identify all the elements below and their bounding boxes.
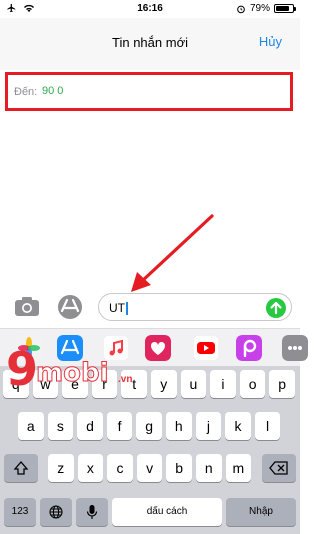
text-caret [126, 302, 128, 316]
key-i[interactable]: i [210, 370, 236, 398]
music-icon[interactable] [103, 335, 129, 361]
key-w[interactable]: w [32, 370, 59, 398]
key-h[interactable]: h [166, 412, 192, 440]
heart-photo-icon[interactable] [145, 335, 171, 361]
compose-bar: UT [0, 290, 300, 324]
backspace-icon [269, 461, 288, 475]
key-d[interactable]: d [77, 412, 103, 440]
keyboard: qwertyuiop asdfghjkl zxcvbnm 123 dấu các… [0, 366, 300, 534]
photos-app-icon[interactable] [16, 335, 42, 361]
battery-percent: 79% [249, 3, 270, 14]
imessage-apps-row [0, 328, 308, 366]
recipient-field[interactable]: Đến: 90 0 [5, 72, 293, 111]
recipient-label: Đến: [14, 86, 38, 98]
shift-key[interactable] [4, 454, 38, 482]
key-y[interactable]: y [151, 370, 177, 398]
key-g[interactable]: g [136, 412, 162, 440]
picsart-icon[interactable] [236, 335, 262, 361]
app-store-drawer-icon[interactable] [57, 294, 83, 320]
key-m[interactable]: m [225, 454, 252, 482]
app-store-icon[interactable] [57, 335, 83, 361]
battery-fill [276, 6, 289, 11]
key-x[interactable]: x [77, 454, 104, 482]
delete-key[interactable] [262, 454, 296, 482]
shift-icon [13, 461, 29, 475]
key-v[interactable]: v [136, 454, 163, 482]
space-key[interactable]: dấu cách [112, 498, 222, 526]
status-right: 79% [236, 3, 296, 14]
key-k[interactable]: k [225, 412, 251, 440]
status-bar: 16:16 79% [0, 0, 300, 18]
youtube-icon[interactable] [193, 335, 219, 361]
key-n[interactable]: n [196, 454, 222, 482]
more-apps-icon[interactable] [282, 335, 308, 361]
camera-icon[interactable] [14, 295, 40, 317]
dictation-key[interactable] [76, 498, 108, 526]
key-u[interactable]: u [180, 370, 207, 398]
globe-key[interactable] [40, 498, 72, 526]
microphone-icon [86, 505, 98, 519]
page-title: Tin nhắn mới [112, 35, 188, 50]
cancel-button[interactable]: Hủy [259, 34, 282, 49]
message-input[interactable]: UT [98, 293, 292, 321]
key-t[interactable]: t [121, 370, 147, 398]
return-key[interactable]: Nhập [226, 498, 296, 526]
key-b[interactable]: b [166, 454, 192, 482]
message-text: UT [109, 301, 128, 316]
key-o[interactable]: o [239, 370, 266, 398]
key-c[interactable]: c [107, 454, 133, 482]
key-p[interactable]: p [269, 370, 295, 398]
recipient-value[interactable]: 90 0 [42, 85, 63, 97]
key-a[interactable]: a [18, 412, 44, 440]
battery-icon [274, 4, 296, 13]
nav-header: Tin nhắn mới Hủy [0, 18, 300, 70]
key-z[interactable]: z [48, 454, 74, 482]
globe-icon [49, 505, 63, 519]
alarm-icon [237, 5, 245, 13]
send-button[interactable] [266, 298, 286, 318]
key-j[interactable]: j [195, 412, 222, 440]
key-l[interactable]: l [254, 412, 281, 440]
key-s[interactable]: s [47, 412, 74, 440]
key-r[interactable]: r [91, 370, 118, 398]
numbers-key[interactable]: 123 [4, 498, 36, 526]
key-e[interactable]: e [62, 370, 88, 398]
arrow-up-icon [270, 301, 282, 315]
key-q[interactable]: q [3, 370, 29, 398]
message-text-value: UT [109, 301, 125, 315]
key-f[interactable]: f [106, 412, 133, 440]
